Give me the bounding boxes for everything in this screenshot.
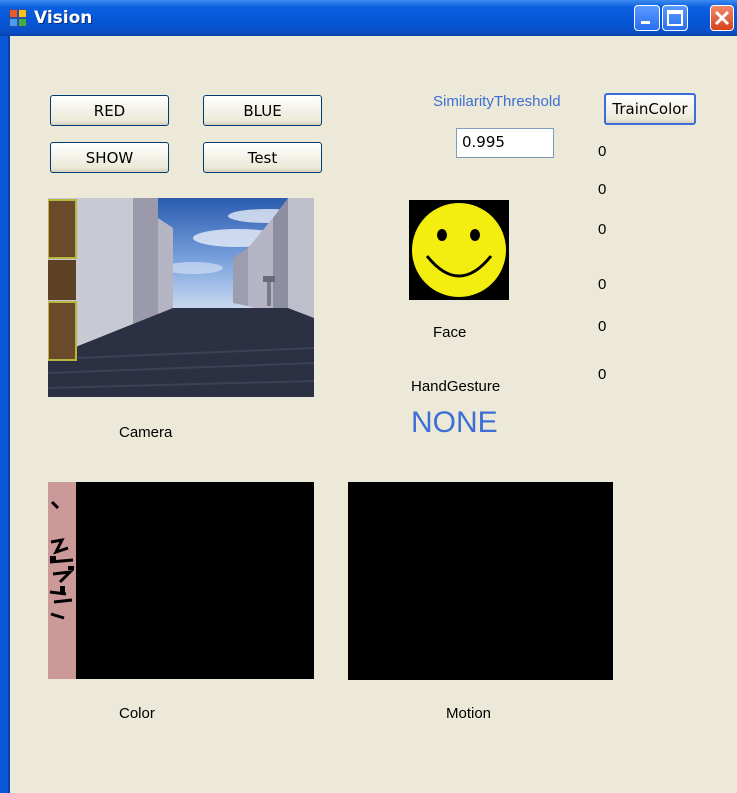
window-title: Vision (34, 8, 93, 28)
minimize-button[interactable] (634, 5, 660, 31)
camera-label: Camera (119, 424, 173, 441)
maximize-button[interactable] (662, 5, 688, 31)
similarity-threshold-input[interactable]: 0.995 (456, 128, 554, 158)
window-frame-left-edge (8, 36, 10, 793)
red-button[interactable]: RED (50, 95, 169, 126)
show-button[interactable]: SHOW (50, 142, 169, 173)
main-window: Vision RED BLUE SHOW Test TrainColor Sim… (0, 0, 737, 793)
color-view (48, 482, 314, 679)
counter-value: 0 (598, 276, 607, 293)
title-bar[interactable]: Vision (0, 0, 737, 36)
counter-value: 0 (598, 318, 607, 335)
maximize-icon (667, 10, 683, 26)
window-frame-left (0, 36, 8, 793)
train-color-button[interactable]: TrainColor (604, 93, 696, 125)
test-button[interactable]: Test (203, 142, 322, 173)
counter-value: 0 (598, 181, 607, 198)
counter-value: 0 (598, 366, 607, 383)
app-icon (9, 9, 27, 27)
smiley-face-icon (409, 200, 509, 300)
counter-value: 0 (598, 221, 607, 238)
face-label: Face (433, 324, 467, 341)
counter-value: 0 (598, 143, 607, 160)
color-label: Color (119, 705, 155, 722)
hand-gesture-label: HandGesture (411, 378, 501, 395)
minimize-icon (641, 21, 650, 24)
motion-label: Motion (446, 705, 492, 722)
hand-gesture-value: NONE (411, 406, 498, 439)
close-button[interactable] (710, 5, 734, 31)
camera-view (48, 198, 314, 397)
blue-button[interactable]: BLUE (203, 95, 322, 126)
close-icon (714, 10, 730, 26)
motion-view (348, 482, 613, 680)
similarity-threshold-label: SimilarityThreshold (433, 93, 561, 110)
